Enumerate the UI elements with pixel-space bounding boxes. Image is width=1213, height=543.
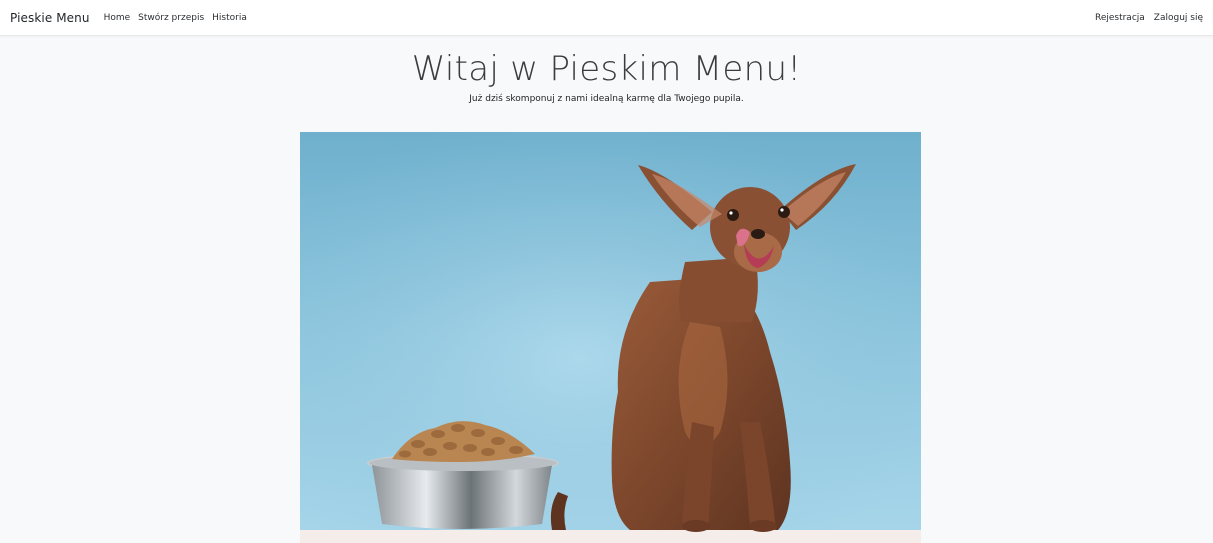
login-link[interactable]: Zaloguj się bbox=[1154, 13, 1203, 23]
page-subtitle: Już dziś skomponuj z nami idealną karmę … bbox=[469, 94, 744, 104]
nav-link-home[interactable]: Home bbox=[104, 13, 131, 23]
page-title: Witaj w Pieskim Menu! bbox=[411, 49, 802, 89]
register-link[interactable]: Rejestracja bbox=[1095, 13, 1145, 23]
nav-link-history[interactable]: Historia bbox=[212, 13, 247, 23]
top-navbar: Pieskie Menu Home Stwórz przepis Histori… bbox=[0, 0, 1213, 36]
auth-links: Rejestracja Zaloguj się bbox=[1095, 13, 1203, 23]
brand-link[interactable]: Pieskie Menu bbox=[10, 11, 90, 25]
nav-link-create-recipe[interactable]: Stwórz przepis bbox=[138, 13, 204, 23]
dog-with-food-bowl-photo bbox=[300, 132, 921, 543]
nav-links: Home Stwórz przepis Historia bbox=[104, 13, 247, 23]
hero-section: Witaj w Pieskim Menu! Już dziś skomponuj… bbox=[0, 36, 1213, 104]
